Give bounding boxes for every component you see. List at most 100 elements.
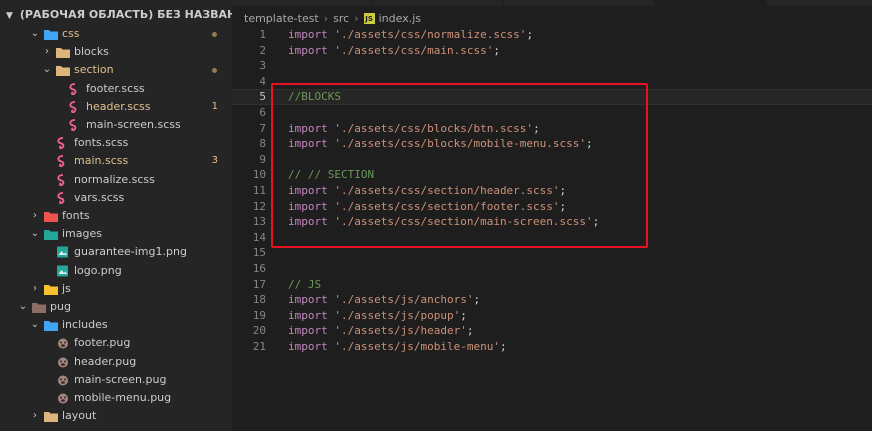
tree-item-label: section xyxy=(74,63,114,77)
code-text: import './assets/js/anchors'; xyxy=(288,293,481,307)
line-number: 10 xyxy=(252,168,266,182)
tree-item[interactable]: ⌄ pug xyxy=(0,298,232,316)
code-line[interactable]: 16 xyxy=(232,261,872,277)
code-line[interactable]: 1 import './assets/css/normalize.scss'; xyxy=(232,27,872,43)
code-text: import './assets/js/popup'; xyxy=(288,308,467,322)
tree-item-label: normalize.scss xyxy=(74,172,155,186)
workspace-header[interactable]: ▼ (РАБОЧАЯ ОБЛАСТЬ) БЕЗ НАЗВАНИЯ xyxy=(0,8,232,26)
code-line[interactable]: 17 // JS xyxy=(232,277,872,293)
folder-open-icon xyxy=(32,301,46,313)
folder-icon xyxy=(56,46,70,59)
tree-item-label: logo.png xyxy=(74,263,122,277)
breadcrumb-separator-icon: › xyxy=(323,12,329,25)
code-line[interactable]: 21 import './assets/js/mobile-menu'; xyxy=(232,339,872,355)
tree-item[interactable]: main.scss 3 xyxy=(0,152,232,170)
tree-item-label: guarantee-img1.png xyxy=(74,245,187,259)
folder-open-icon xyxy=(44,319,58,332)
tab-active[interactable] xyxy=(655,0,766,6)
image-file-icon xyxy=(56,246,69,258)
tree-item[interactable]: fonts.scss xyxy=(0,134,232,152)
code-line[interactable]: 20 import './assets/js/header'; xyxy=(232,323,872,339)
tree-item[interactable]: main-screen.pug xyxy=(0,371,232,389)
tab[interactable] xyxy=(232,0,373,6)
breadcrumb-file[interactable]: index.js xyxy=(379,12,421,25)
tree-item[interactable]: ⌄ includes xyxy=(0,316,232,334)
chevron-right-icon[interactable]: › xyxy=(30,407,40,425)
chevron-down-icon: ▼ xyxy=(6,11,13,21)
chevron-down-icon[interactable]: ⌄ xyxy=(42,61,52,79)
code-text: // JS xyxy=(288,277,322,291)
tree-item[interactable]: vars.scss xyxy=(0,189,232,207)
tree-item[interactable]: ⌄ images xyxy=(0,225,232,243)
code-line[interactable]: 3 xyxy=(232,58,872,74)
chevron-down-icon[interactable]: ⌄ xyxy=(30,316,40,334)
tree-item[interactable]: ⌄ section xyxy=(0,61,232,79)
pug-file-icon xyxy=(56,337,69,349)
problem-count-badge: 1 xyxy=(211,100,218,112)
tree-item-label: main-screen.pug xyxy=(74,372,167,386)
tree-item[interactable]: mobile-menu.pug xyxy=(0,389,232,407)
line-number: 9 xyxy=(259,152,266,166)
pug-file-icon xyxy=(56,356,69,368)
tree-item[interactable]: guarantee-img1.png xyxy=(0,243,232,261)
chevron-down-icon[interactable]: ⌄ xyxy=(30,25,40,43)
tree-item[interactable]: footer.scss xyxy=(0,80,232,98)
tab[interactable] xyxy=(504,0,655,6)
chevron-right-icon[interactable]: › xyxy=(30,207,40,225)
highlight-box xyxy=(271,83,648,248)
folder-open-icon xyxy=(44,28,58,40)
chevron-down-icon[interactable]: ⌄ xyxy=(30,225,40,243)
tab[interactable] xyxy=(373,0,504,6)
line-number: 13 xyxy=(252,215,266,229)
tree-item-label: fonts xyxy=(62,209,90,222)
code-text: import './assets/js/header'; xyxy=(288,324,474,338)
tab-strip xyxy=(232,0,872,6)
line-number: 6 xyxy=(259,106,266,119)
sass-file-icon xyxy=(56,137,69,150)
tree-item[interactable]: main-screen.scss xyxy=(0,116,232,134)
breadcrumb-project[interactable]: template-test xyxy=(244,12,319,25)
tree-item-label: images xyxy=(62,227,102,241)
tree-item[interactable]: ⌄ css xyxy=(0,25,232,43)
tree-item-label: blocks xyxy=(74,45,109,59)
sass-file-icon xyxy=(68,100,81,113)
line-number: 5 xyxy=(259,90,266,104)
tree-item[interactable]: normalize.scss xyxy=(0,171,232,189)
image-file-icon xyxy=(56,265,69,277)
tree-item[interactable]: header.scss 1 xyxy=(0,98,232,116)
tree-item-label: footer.pug xyxy=(74,336,131,350)
code-line[interactable]: 2 import './assets/css/main.scss'; xyxy=(232,43,872,59)
chevron-right-icon[interactable]: › xyxy=(42,43,52,61)
tree-item-label: includes xyxy=(62,318,108,332)
breadcrumb-separator-icon: › xyxy=(354,12,359,25)
js-file-icon: JS xyxy=(363,13,375,24)
line-number: 11 xyxy=(252,184,266,197)
sass-file-icon xyxy=(68,119,81,132)
workspace-title: (РАБОЧАЯ ОБЛАСТЬ) БЕЗ НАЗВАНИЯ xyxy=(19,8,232,21)
tree-item[interactable]: header.pug xyxy=(0,353,232,371)
folder-icon xyxy=(44,283,58,295)
sass-file-icon xyxy=(56,173,69,186)
line-number: 14 xyxy=(252,230,266,244)
chevron-down-icon[interactable]: ⌄ xyxy=(18,298,28,316)
folder-open-icon xyxy=(44,228,58,241)
breadcrumb-folder[interactable]: src xyxy=(333,12,349,25)
line-number: 21 xyxy=(252,340,266,353)
tree-item[interactable]: › fonts xyxy=(0,207,232,225)
tree-item-label: main-screen.scss xyxy=(86,118,181,131)
line-number: 16 xyxy=(252,262,266,275)
tree-item[interactable]: logo.png xyxy=(0,262,232,280)
line-number: 12 xyxy=(252,199,266,213)
chevron-right-icon[interactable]: › xyxy=(30,280,40,298)
pug-file-icon xyxy=(56,392,69,404)
tree-item[interactable]: › blocks xyxy=(0,43,232,61)
breadcrumb: template-test › src › JS index.js xyxy=(244,12,421,26)
line-number: 1 xyxy=(259,28,266,41)
line-number: 17 xyxy=(252,277,266,291)
tree-item[interactable]: footer.pug xyxy=(0,334,232,352)
tree-item[interactable]: › js xyxy=(0,280,232,298)
tree-item[interactable]: › layout xyxy=(0,407,232,425)
code-line[interactable]: 19 import './assets/js/popup'; xyxy=(232,308,872,324)
code-line[interactable]: 18 import './assets/js/anchors'; xyxy=(232,292,872,308)
line-number: 4 xyxy=(259,74,266,88)
